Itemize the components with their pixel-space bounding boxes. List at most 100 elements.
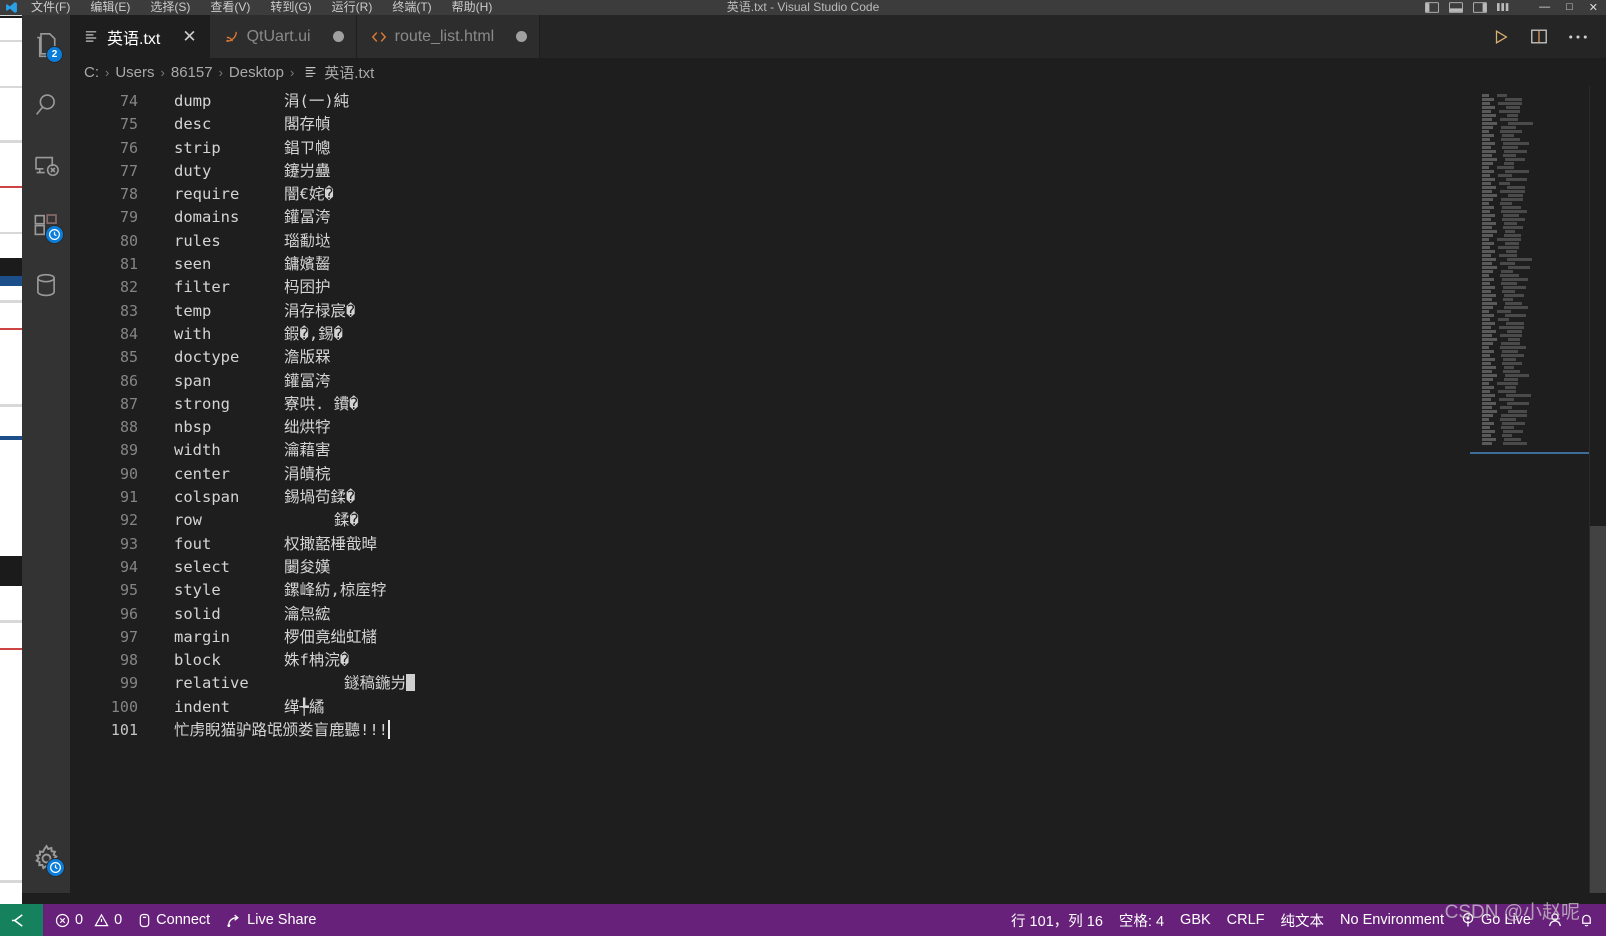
menu-go[interactable]: 转到(G)	[267, 0, 314, 15]
menu-selection[interactable]: 选择(S)	[147, 0, 193, 15]
tab-close-button[interactable]: ✕	[182, 27, 196, 47]
code-line[interactable]: 99 relative 鐩稿฀鍦屶	[70, 672, 1606, 695]
minimap-line	[1482, 342, 1533, 345]
code-line[interactable]: 90 center 涓皟梡	[70, 463, 1606, 486]
line-number: 74	[70, 90, 138, 113]
minimap-line	[1482, 98, 1533, 101]
code-line[interactable]: 100 indent 缂╄繘	[70, 696, 1606, 719]
menu-help[interactable]: 帮助(H)	[449, 0, 496, 15]
status-notifications[interactable]	[1571, 904, 1606, 936]
line-number: 87	[70, 393, 138, 416]
layout-panel-right-icon[interactable]	[1473, 2, 1487, 14]
status-environment[interactable]: No Environment	[1332, 904, 1452, 936]
status-indentation[interactable]: 空格: 4	[1111, 904, 1172, 936]
menu-terminal[interactable]: 终端(T)	[389, 0, 434, 15]
breadcrumb-drive[interactable]: C:	[84, 64, 99, 81]
code-line[interactable]: 98 block 姝f柟浣�	[70, 649, 1606, 672]
tab-dirty-indicator[interactable]	[333, 31, 344, 42]
sidebar-item-manage[interactable]	[22, 823, 70, 893]
tab-dirty-indicator[interactable]	[516, 31, 527, 42]
sidebar-item-database[interactable]	[22, 255, 70, 315]
minimap-line	[1482, 174, 1533, 177]
code-line[interactable]: 92 row 鍒�	[70, 509, 1606, 532]
code-line[interactable]: 80 rules 瑙勫垯	[70, 230, 1606, 253]
code-line[interactable]: 87 strong 寮哄. 鐨�	[70, 393, 1606, 416]
english-word: fout	[174, 533, 284, 556]
status-cursor-position[interactable]: 行 101，列 16	[1003, 904, 1111, 936]
play-icon[interactable]	[1492, 28, 1510, 46]
ellipsis-icon[interactable]	[1568, 34, 1588, 40]
code-line[interactable]: 101 忙虏睨猫驴路氓颁娄盲鹿聽!!!	[70, 719, 1606, 742]
chinese-gloss: 鑵冨洿	[284, 372, 331, 390]
sidebar-item-search[interactable]	[22, 75, 70, 135]
remote-indicator-button[interactable]	[0, 904, 43, 936]
code-line[interactable]: 78 require 闇€姹�	[70, 183, 1606, 206]
code-line[interactable]: 95 style 鏍峰紡,椋庢牸	[70, 579, 1606, 602]
customize-layout-icon[interactable]	[1497, 2, 1511, 14]
code-line[interactable]: 94 select 闄夋嫨	[70, 556, 1606, 579]
breadcrumb-separator: ›	[219, 65, 223, 80]
code-line[interactable]: 84 with 鍜�,錫�	[70, 323, 1606, 346]
code-line[interactable]: 82 filter 杩囨护	[70, 276, 1606, 299]
code-line[interactable]: 86 span 鑵冨洿	[70, 370, 1606, 393]
status-accounts[interactable]	[1539, 904, 1571, 936]
code-line[interactable]: 74 dump 涓(一)純	[70, 90, 1606, 113]
editor-scrollbar-thumb[interactable]	[1590, 526, 1606, 893]
english-word: dump	[174, 90, 284, 113]
status-problems[interactable]: 0 0	[43, 904, 130, 936]
sidebar-item-extensions[interactable]	[22, 195, 70, 255]
code-line[interactable]: 93 fout 权撖嚭棰戠晫	[70, 533, 1606, 556]
layout-panel-bottom-icon[interactable]	[1449, 2, 1463, 14]
window-maximize-button[interactable]: □	[1566, 1, 1573, 14]
line-number: 86	[70, 370, 138, 393]
code-line[interactable]: 91 colspan 錫堝苟鍒�	[70, 486, 1606, 509]
code-line[interactable]: 97 margin 椤佃竟绌虹櫧	[70, 626, 1606, 649]
breadcrumb-desktop[interactable]: Desktop	[229, 64, 284, 81]
status-go-live[interactable]: Go Live	[1452, 904, 1539, 936]
status-eol[interactable]: CRLF	[1219, 904, 1273, 936]
code-editor[interactable]: 74 dump 涓(一)純 75 desc 閣存幀 76 strip 錩ㄗ幒 77 duty 鑳屶蠱 7…	[70, 86, 1606, 893]
sidebar-item-run-and-debug[interactable]	[22, 135, 70, 195]
code-line[interactable]: 77 duty 鑳屶蠱	[70, 160, 1606, 183]
code-line[interactable]: 75 desc 閣存幀	[70, 113, 1606, 136]
editor-vertical-scrollbar[interactable]	[1590, 86, 1606, 893]
code-line[interactable]: 96 solid 瀹炰綋	[70, 603, 1606, 626]
code-line[interactable]: 79 domains 鑵冨洿	[70, 206, 1606, 229]
minimap-line	[1482, 370, 1533, 373]
line-number: 99	[70, 672, 138, 695]
window-close-button[interactable]: ✕	[1589, 1, 1598, 14]
code-line[interactable]: 81 seen 鏞嬪齧	[70, 253, 1606, 276]
window-minimize-button[interactable]: —	[1539, 1, 1550, 14]
status-language-mode[interactable]: 纯文本	[1273, 904, 1333, 936]
minimap-line	[1482, 438, 1533, 441]
menu-run[interactable]: 运行(R)	[329, 0, 376, 15]
status-live-share[interactable]: Live Share	[218, 904, 324, 936]
live-share-label: Live Share	[247, 912, 316, 928]
breadcrumb: C: › Users › 86157 › Desktop › 英语.txt	[70, 58, 1606, 86]
code-line[interactable]: 76 strip 錩ㄗ幒	[70, 137, 1606, 160]
tab-route-list-html[interactable]: route_list.html	[357, 15, 541, 58]
layout-panel-left-icon[interactable]	[1425, 2, 1439, 14]
connect-label: Connect	[156, 912, 210, 928]
breadcrumb-user[interactable]: 86157	[171, 64, 213, 81]
menu-view[interactable]: 查看(V)	[207, 0, 253, 15]
status-connect[interactable]: Connect	[130, 904, 218, 936]
code-line[interactable]: 88 nbsp 绌烘牸	[70, 416, 1606, 439]
chinese-gloss: 涓(一)純	[284, 92, 349, 110]
tab-qtuart-ui[interactable]: QtUart.ui	[210, 15, 357, 58]
manage-clock-badge	[46, 858, 65, 877]
code-line[interactable]: 89 width 瀹藉害	[70, 439, 1606, 462]
minimap[interactable]	[1470, 86, 1590, 893]
breadcrumb-filename[interactable]: 英语.txt	[324, 62, 374, 83]
breadcrumb-users[interactable]: Users	[115, 64, 154, 81]
tab-english-txt[interactable]: 英语.txt ✕	[70, 15, 210, 58]
code-line[interactable]: 83 temp 涓存椂宸�	[70, 300, 1606, 323]
account-icon	[1547, 912, 1563, 928]
code-line[interactable]: 85 doctype 澹版槑	[70, 346, 1606, 369]
menu-edit[interactable]: 编辑(E)	[87, 0, 133, 15]
sidebar-item-explorer[interactable]: 2	[22, 15, 70, 75]
split-icon[interactable]	[1530, 28, 1548, 45]
menu-file[interactable]: 文件(F)	[28, 0, 73, 15]
minimap-line	[1482, 274, 1533, 277]
status-encoding[interactable]: GBK	[1172, 904, 1219, 936]
